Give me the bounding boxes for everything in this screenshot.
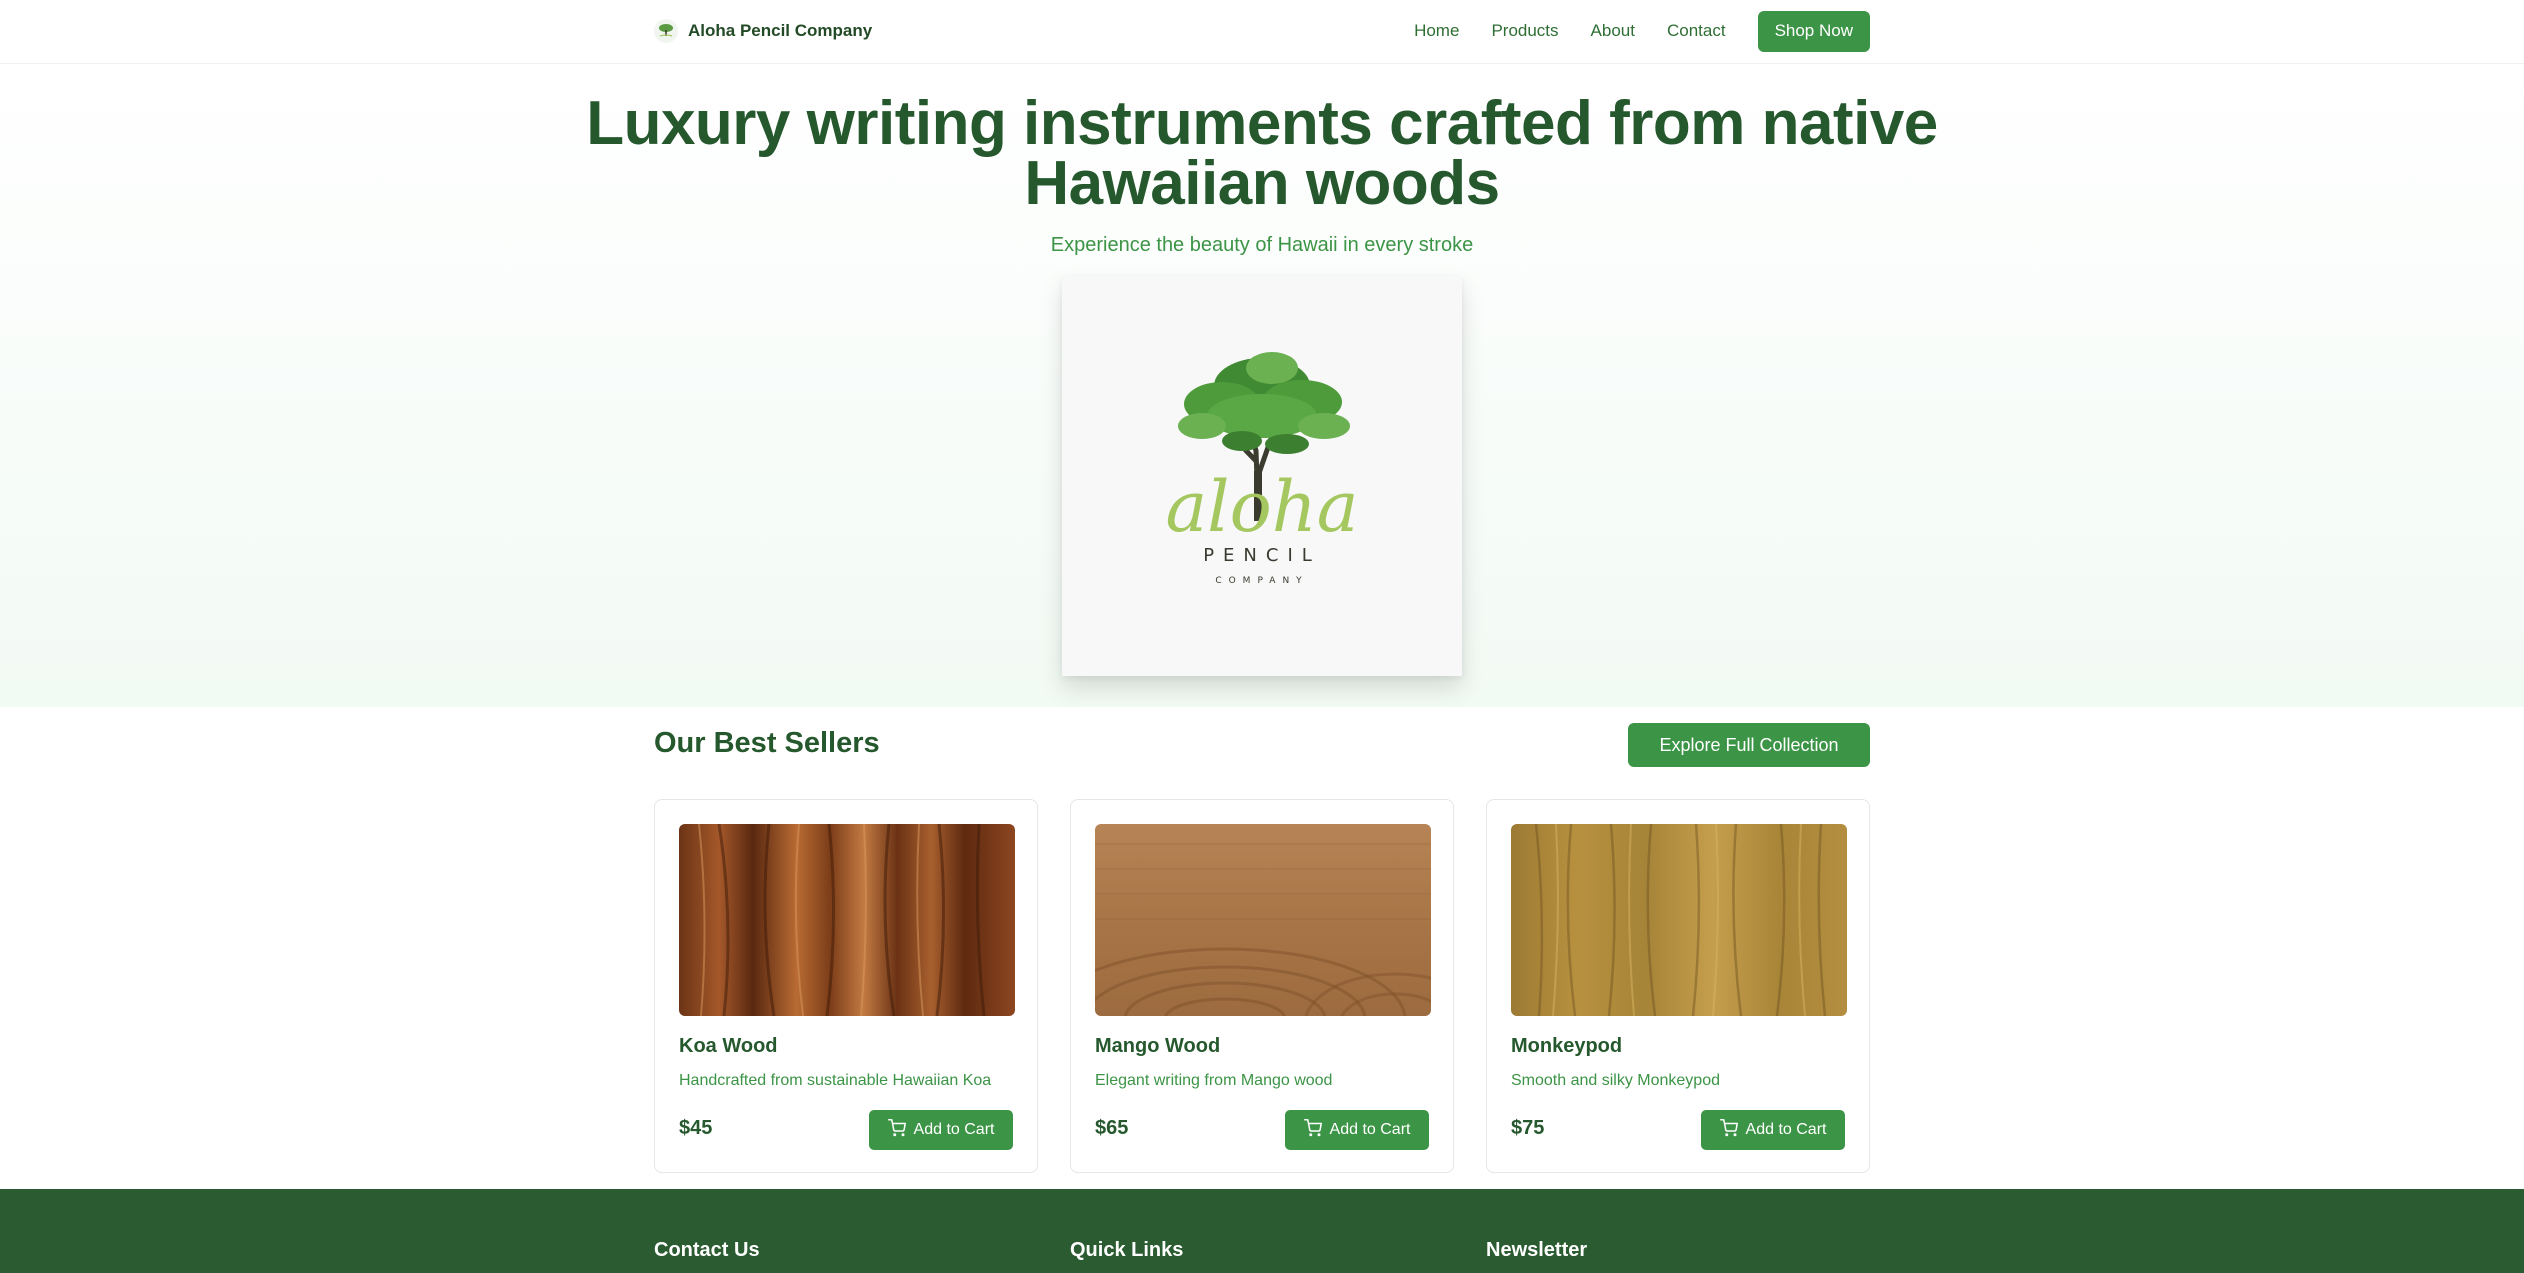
nav-link-about[interactable]: About <box>1591 21 1635 41</box>
cart-icon <box>1303 1118 1322 1142</box>
nav-link-contact[interactable]: Contact <box>1667 21 1726 41</box>
add-to-cart-label: Add to Cart <box>1329 1121 1411 1138</box>
add-to-cart-button[interactable]: Add to Cart <box>869 1110 1013 1150</box>
product-card-koa: Koa Wood Handcrafted from sustainable Ha… <box>654 799 1038 1173</box>
nav-links: Home Products About Contact Shop Now <box>1382 0 1870 62</box>
footer-newsletter-title: Newsletter <box>1486 1239 1588 1261</box>
product-name: Monkeypod <box>1511 1035 1623 1057</box>
tree-icon <box>654 19 678 43</box>
product-card-monkeypod: Monkeypod Smooth and silky Monkeypod $75… <box>1486 799 1870 1173</box>
footer-quick-links-title: Quick Links <box>1070 1239 1184 1261</box>
cart-icon <box>887 1118 906 1142</box>
hero-section: Luxury writing instruments crafted from … <box>0 64 2524 707</box>
product-price: $75 <box>1511 1117 1545 1139</box>
product-description: Smooth and silky Monkeypod <box>1511 1072 1720 1089</box>
product-price: $45 <box>679 1117 713 1139</box>
monkeypod-wood-image <box>1511 824 1847 1016</box>
koa-wood-image <box>679 824 1015 1016</box>
brand[interactable]: Aloha Pencil Company <box>654 0 872 62</box>
cart-icon <box>1719 1118 1738 1142</box>
add-to-cart-label: Add to Cart <box>913 1121 995 1138</box>
shop-now-button[interactable]: Shop Now <box>1757 10 1870 52</box>
top-navbar: Aloha Pencil Company Home Products About… <box>0 0 2524 64</box>
logo-line1: PENCIL <box>1203 545 1321 566</box>
hero-logo-image: aloha PENCIL COMPANY <box>1062 276 1462 676</box>
product-name: Mango Wood <box>1095 1035 1221 1057</box>
product-name: Koa Wood <box>679 1035 778 1057</box>
product-price: $65 <box>1095 1117 1129 1139</box>
hero-subtitle: Experience the beauty of Hawaii in every… <box>1050 234 1474 256</box>
logo-line2: COMPANY <box>1215 576 1308 586</box>
footer: Contact Us Quick Links Newsletter <box>0 1189 2524 1273</box>
logo-script: aloha <box>1165 466 1358 548</box>
product-description: Elegant writing from Mango wood <box>1095 1072 1333 1089</box>
best-sellers-title: Our Best Sellers <box>654 727 880 759</box>
hero-title: Luxury writing instruments crafted from … <box>586 89 1938 218</box>
add-to-cart-button[interactable]: Add to Cart <box>1701 1110 1845 1150</box>
footer-contact-title: Contact Us <box>654 1239 760 1261</box>
add-to-cart-button[interactable]: Add to Cart <box>1285 1110 1429 1150</box>
add-to-cart-label: Add to Cart <box>1745 1121 1827 1138</box>
nav-link-home[interactable]: Home <box>1414 21 1459 41</box>
nav-link-products[interactable]: Products <box>1491 21 1558 41</box>
product-description: Handcrafted from sustainable Hawaiian Ko… <box>679 1072 992 1089</box>
brand-name: Aloha Pencil Company <box>688 21 873 40</box>
mango-wood-image <box>1095 824 1431 1016</box>
explore-collection-button[interactable]: Explore Full Collection <box>1628 723 1870 767</box>
product-card-mango: Mango Wood Elegant writing from Mango wo… <box>1070 799 1454 1173</box>
